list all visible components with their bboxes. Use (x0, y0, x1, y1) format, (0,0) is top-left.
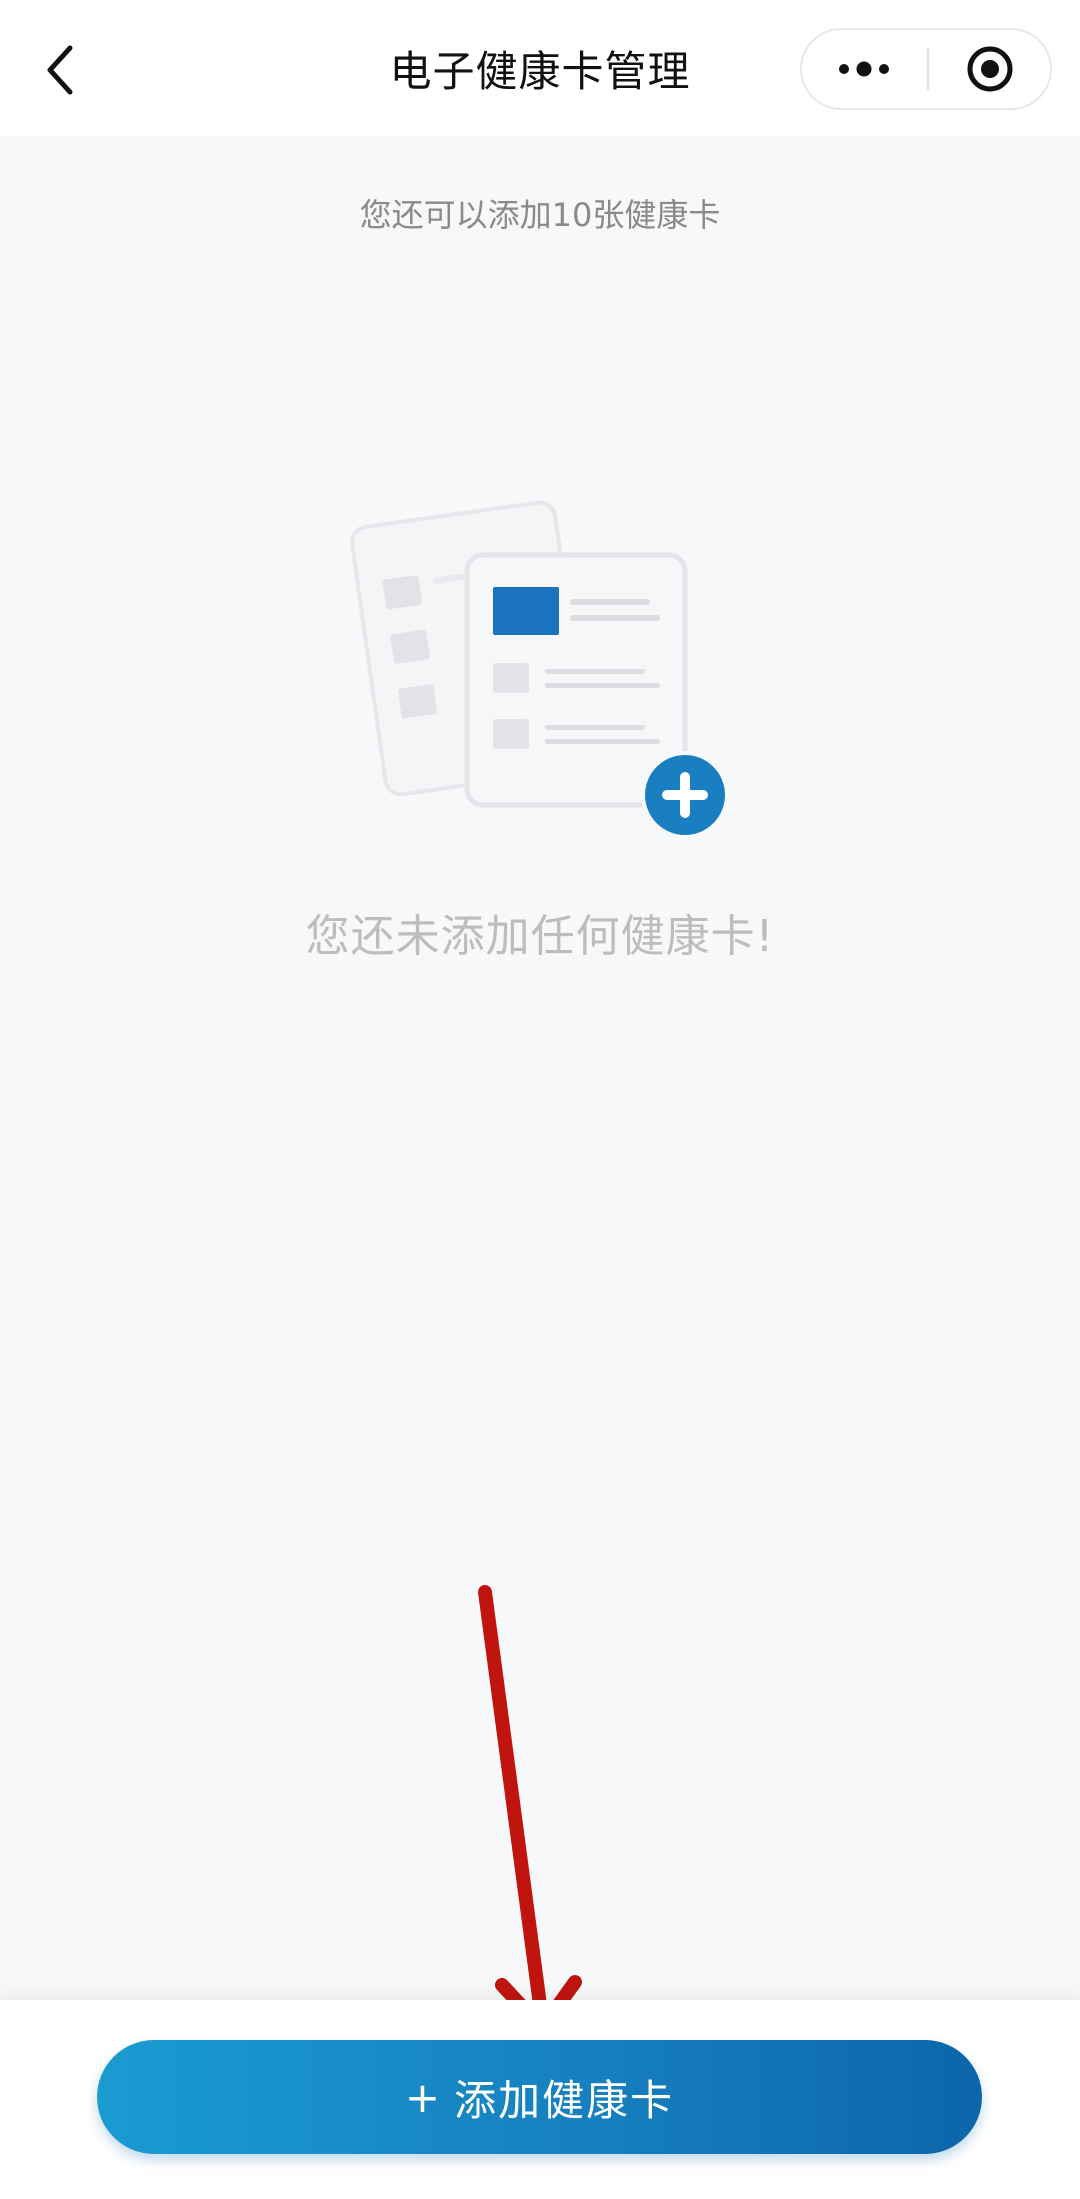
remaining-cards-hint: 您还可以添加10张健康卡 (359, 196, 721, 234)
mini-program-capsule (800, 28, 1052, 110)
plus-badge-icon (641, 751, 729, 839)
target-circle-icon (967, 46, 1012, 92)
add-health-card-button[interactable]: + 添加健康卡 (97, 2040, 982, 2154)
annotation-arrow-icon (478, 1585, 582, 2035)
add-button-label: 添加健康卡 (454, 2075, 675, 2125)
empty-state-message: 您还未添加任何健康卡! (305, 911, 775, 962)
plus-label: + (404, 2072, 443, 2122)
more-button[interactable] (802, 30, 926, 108)
navbar: 电子健康卡管理 (0, 0, 1080, 136)
empty-cards-icon (350, 500, 729, 839)
close-mini-program-button[interactable] (929, 30, 1050, 108)
more-dots-icon (839, 61, 889, 77)
